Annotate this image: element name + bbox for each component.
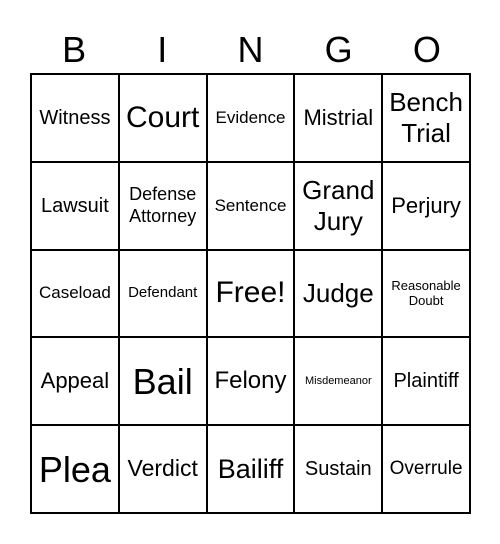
- header-letter-g: G: [324, 29, 353, 70]
- bingo-cell[interactable]: Defendant: [118, 249, 207, 338]
- bingo-cell[interactable]: Caseload: [31, 249, 119, 338]
- bingo-cell[interactable]: Bench Trial: [382, 74, 470, 162]
- bingo-cell[interactable]: Evidence: [206, 74, 295, 162]
- bingo-cell[interactable]: Bail: [118, 337, 207, 426]
- bingo-cell[interactable]: Plaintiff: [382, 337, 470, 426]
- bingo-cell[interactable]: Defense Attorney: [118, 161, 207, 250]
- bingo-cell[interactable]: Mistrial: [294, 74, 383, 162]
- bingo-cell[interactable]: Perjury: [382, 161, 470, 250]
- header-letter-b: B: [62, 29, 87, 70]
- bingo-cell[interactable]: Witness: [31, 74, 119, 162]
- bingo-header: B I N G O: [30, 28, 471, 72]
- bingo-cell[interactable]: Plea: [31, 425, 119, 513]
- bingo-cell[interactable]: Grand Jury: [294, 161, 383, 250]
- bingo-cell[interactable]: Bailiff: [206, 425, 295, 513]
- bingo-cell[interactable]: Overrule: [382, 425, 470, 513]
- header-letter-i: I: [157, 29, 168, 70]
- bingo-grid: Witness Court Evidence Mistrial Bench Tr…: [30, 73, 471, 514]
- header-letter-o: O: [412, 29, 441, 70]
- bingo-cell[interactable]: Verdict: [118, 425, 207, 513]
- bingo-cell[interactable]: Judge: [294, 249, 383, 338]
- bingo-cell[interactable]: Court: [118, 74, 207, 162]
- bingo-cell[interactable]: Felony: [206, 337, 295, 426]
- bingo-cell[interactable]: Appeal: [31, 337, 119, 426]
- bingo-cell[interactable]: Lawsuit: [31, 161, 119, 250]
- bingo-cell[interactable]: Reasonable Doubt: [382, 249, 470, 338]
- bingo-cell[interactable]: Sustain: [294, 425, 383, 513]
- bingo-cell[interactable]: Misdemeanor: [294, 337, 383, 426]
- bingo-cell[interactable]: Sentence: [206, 161, 295, 250]
- header-letter-n: N: [237, 29, 264, 70]
- free-cell[interactable]: Free!: [206, 249, 295, 338]
